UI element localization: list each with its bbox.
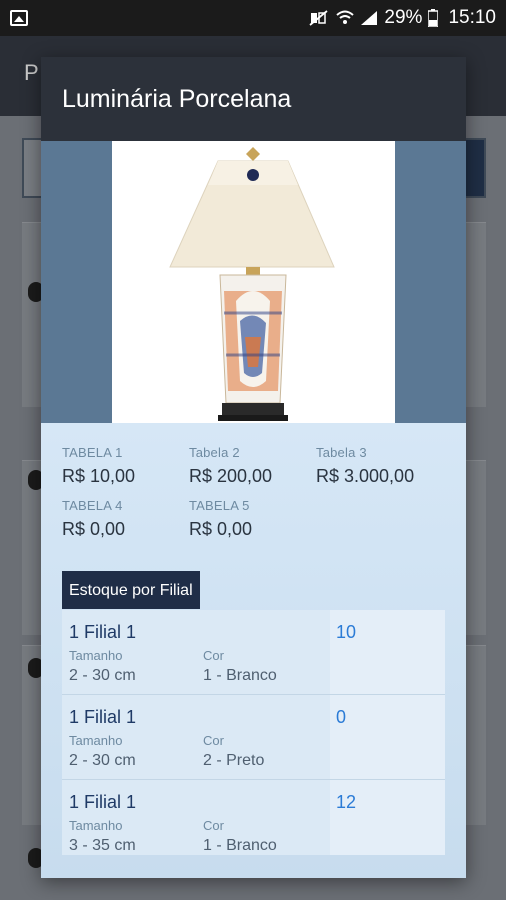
price-item: TABELA 1 R$ 10,00: [62, 445, 192, 487]
filial-name: 1 Filial 1: [69, 792, 137, 812]
stock-quantity: 10: [336, 622, 357, 642]
size-label: Tamanho: [69, 818, 123, 833]
stock-row[interactable]: 1 Filial 1 12 Tamanho Cor 3 - 35 cm 1 - …: [62, 780, 445, 855]
porcelain-lamp-icon: [169, 147, 335, 421]
size-value: 3 - 35 cm: [69, 837, 136, 854]
stock-section-title: Estoque por Filial: [62, 571, 200, 609]
size-label: Tamanho: [69, 733, 123, 748]
clock: 15:10: [448, 7, 496, 28]
product-image[interactable]: [112, 141, 395, 423]
background-app-title: P: [24, 60, 39, 85]
filial-name: 1 Filial 1: [69, 707, 137, 727]
signal-icon: [361, 11, 378, 25]
price-value: R$ 200,00: [189, 466, 273, 486]
stock-list[interactable]: 1 Filial 1 10 Tamanho Cor 2 - 30 cm 1 - …: [62, 610, 445, 855]
stock-quantity: 0: [336, 707, 347, 727]
price-value: R$ 10,00: [62, 466, 136, 486]
stock-quantity: 12: [336, 792, 357, 812]
stock-row[interactable]: 1 Filial 1 10 Tamanho Cor 2 - 30 cm 1 - …: [62, 610, 445, 695]
price-label: Tabela 3: [316, 445, 367, 460]
color-label: Cor: [203, 733, 224, 748]
price-label: TABELA 4: [62, 498, 123, 513]
size-label: Tamanho: [69, 648, 123, 663]
color-label: Cor: [203, 818, 224, 833]
status-bar: 29% 15:10: [0, 0, 506, 36]
battery-icon: [428, 9, 439, 27]
size-value: 2 - 30 cm: [69, 752, 136, 769]
stock-row[interactable]: 1 Filial 1 0 Tamanho Cor 2 - 30 cm 2 - P…: [62, 695, 445, 780]
dialog-header: Luminária Porcelana: [41, 57, 466, 141]
price-label: TABELA 1: [62, 445, 123, 460]
price-label: Tabela 2: [189, 445, 240, 460]
product-info-panel: TABELA 1 R$ 10,00 Tabela 2 R$ 200,00 Tab…: [41, 423, 466, 878]
product-dialog: Luminária Porcelana TABELA 1 R$ 10,00 Ta…: [41, 57, 466, 878]
image-icon: [10, 10, 28, 26]
battery-percentage: 29%: [384, 7, 423, 28]
color-value: 1 - Branco: [203, 667, 277, 684]
color-label: Cor: [203, 648, 224, 663]
product-image-area: [41, 141, 466, 423]
wifi-icon: [336, 10, 355, 24]
price-item: Tabela 2 R$ 200,00: [189, 445, 319, 487]
mute-icon: [309, 10, 328, 26]
price-value: R$ 0,00: [189, 519, 253, 539]
price-label: TABELA 5: [189, 498, 250, 513]
filial-name: 1 Filial 1: [69, 622, 137, 642]
size-value: 2 - 30 cm: [69, 667, 136, 684]
price-item: Tabela 3 R$ 3.000,00: [316, 445, 446, 487]
price-item: TABELA 4 R$ 0,00: [62, 498, 192, 540]
color-value: 2 - Preto: [203, 752, 265, 769]
price-item: TABELA 5 R$ 0,00: [189, 498, 319, 540]
product-title: Luminária Porcelana: [62, 84, 292, 113]
price-value: R$ 3.000,00: [316, 466, 415, 486]
color-value: 1 - Branco: [203, 837, 277, 854]
price-value: R$ 0,00: [62, 519, 126, 539]
